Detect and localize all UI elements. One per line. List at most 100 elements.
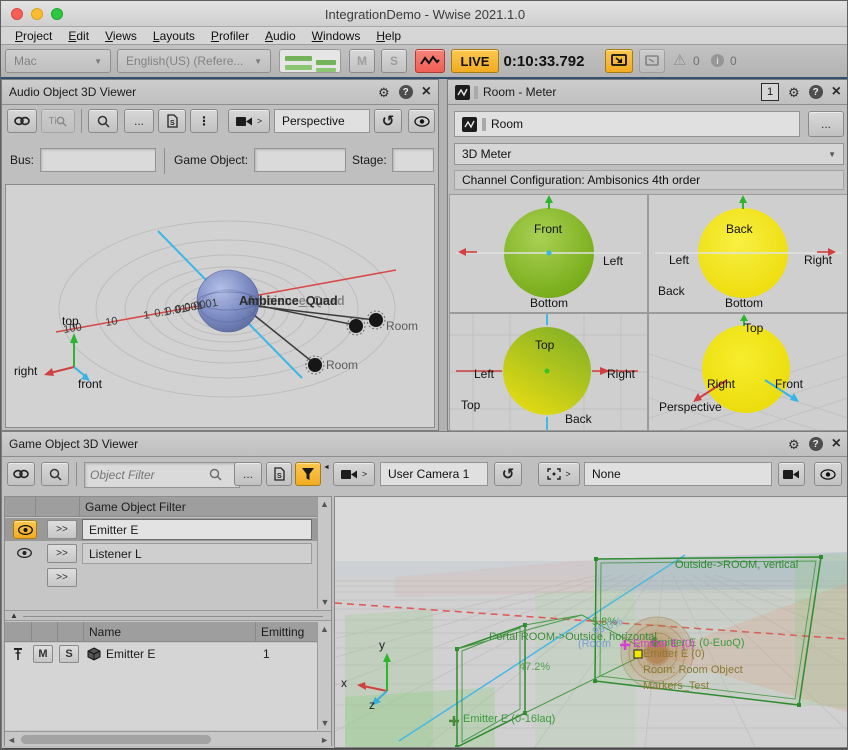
meter-target-field[interactable]: Room [454,111,800,137]
master-mute-button[interactable]: M [349,49,375,73]
gear-icon[interactable]: ⚙ [788,438,800,451]
scroll-down-icon[interactable]: ▼ [318,595,332,609]
visibility-button[interactable] [408,109,435,133]
remote-connect-button[interactable] [605,49,633,73]
menu-layouts[interactable]: Layouts [145,28,203,44]
reset-view-button[interactable]: ↺ [494,462,522,486]
camera-select[interactable]: User Camera 1 [380,462,488,486]
visibility-button[interactable] [814,462,842,486]
scroll-left-icon[interactable]: ◄ [7,735,16,745]
more-options-button[interactable]: ... [124,109,154,133]
snapshot-camera-button[interactable] [778,462,805,486]
visibility-toggle-off[interactable] [17,547,32,561]
emitting-column-header[interactable]: Emitting [261,625,304,639]
camera-mode-select[interactable]: Perspective [274,109,370,133]
emitting-count: 1 [263,647,270,661]
back-meter-view[interactable]: Back Left Right Back Bottom [649,195,848,312]
audio-3d-scene[interactable]: Ambience_Quad Ambience_Quad 100 10 1 0.1… [5,184,435,428]
info-icon[interactable]: i [711,54,724,67]
mute-button[interactable]: M [33,645,53,663]
solo-button[interactable]: S [59,645,79,663]
front-meter-view[interactable]: Front Left Bottom [450,195,647,312]
game-object-field[interactable] [254,148,346,172]
top-meter-view[interactable]: Top Left Right Top Back [450,314,647,430]
camera-mode-button[interactable]: > [333,462,375,486]
object-table-scrollbar[interactable]: ▲ ▼ [317,622,331,730]
scroll-up-icon[interactable]: ▲ [318,622,331,636]
scrollbar-thumb[interactable] [21,735,211,744]
link-button[interactable] [7,462,35,486]
menu-help[interactable]: Help [368,28,409,44]
platform-select[interactable]: Mac ▼ [5,49,111,73]
filter-button[interactable] [295,462,321,486]
platform-value: Mac [14,54,37,68]
scroll-up-icon[interactable]: ▲ [318,497,331,511]
help-icon[interactable]: ? [399,85,413,99]
reset-view-button[interactable]: ↺ [374,109,402,133]
close-icon[interactable]: × [422,84,431,100]
close-icon[interactable]: × [832,436,841,452]
horizontal-scrollbar[interactable]: ◄ ► [5,731,331,746]
bus-field[interactable] [40,148,156,172]
menu-profiler[interactable]: Profiler [203,28,257,44]
text-search-button[interactable]: Ti [41,109,75,133]
browse-button[interactable]: ... [808,111,844,137]
show-settings-button[interactable]: S [266,462,292,486]
zoom-search-button[interactable] [41,462,69,486]
live-button[interactable]: LIVE [451,49,499,73]
splitter[interactable]: ▲ [5,610,331,621]
panel-title: Audio Object 3D Viewer [9,85,136,99]
perspective-meter-view[interactable]: Top Right Front Perspective [649,314,848,430]
language-select[interactable]: English(US) (Refere... ▼ [117,49,271,73]
meter-type-select[interactable]: 3D Meter ▼ [454,143,844,165]
expand-button[interactable]: >> [47,520,77,539]
menu-views[interactable]: Views [97,28,145,44]
back-sphere-label: Back [726,222,754,236]
room-label: Room [326,358,358,372]
kebab-menu-button[interactable]: ⋮ [190,109,218,133]
persp-corner-label: Perspective [659,400,722,414]
link-button[interactable] [7,109,37,133]
master-meter[interactable] [279,49,341,73]
menu-project[interactable]: Project [7,28,60,44]
game-3d-viewport[interactable]: y x z Outside->ROOM, vertical Portal ROO… [334,496,848,748]
expand-button[interactable]: >> [47,544,77,563]
filter-name-cell[interactable]: Emitter E [82,519,312,540]
zoom-search-button[interactable] [88,109,118,133]
scroll-right-icon[interactable]: ► [320,735,329,745]
close-icon[interactable]: × [832,84,841,100]
gear-icon[interactable]: ⚙ [378,86,390,99]
collapse-arrow-icon[interactable]: ◄ [323,464,330,471]
follow-object-button[interactable]: > [538,462,580,486]
help-icon[interactable]: ? [809,437,823,451]
submenu-arrow-icon: > [565,469,570,479]
master-solo-button[interactable]: S [381,49,407,73]
filter-list-scrollbar[interactable]: ▲ ▼ [317,497,331,609]
profiling-button[interactable] [415,49,445,73]
table-row[interactable]: M S Emitter E 1 [5,643,317,665]
gear-icon[interactable]: ⚙ [788,86,800,99]
menu-edit[interactable]: Edit [60,28,97,44]
scroll-down-icon[interactable]: ▼ [318,716,332,730]
pin-icon[interactable] [13,647,23,661]
top-right-label: Right [607,367,636,381]
camera-mode-button[interactable]: > [228,109,270,133]
name-column-header[interactable]: Name [89,625,121,639]
instance-button[interactable]: 1 [761,83,779,101]
help-icon[interactable]: ? [809,85,823,99]
show-settings-button[interactable]: S [158,109,186,133]
filter-row-listener[interactable]: >> Listener L [5,542,317,565]
menu-windows[interactable]: Windows [304,28,369,44]
follow-target-select[interactable]: None [584,462,772,486]
stage-field[interactable] [392,148,434,172]
more-options-button[interactable]: ... [234,462,262,486]
expand-button[interactable]: >> [47,568,77,587]
menu-audio[interactable]: Audio [257,28,304,44]
markers-test-label: Markers_Test [643,680,709,692]
disconnect-button[interactable] [639,49,665,73]
splitter-up-icon[interactable]: ▲ [10,611,18,620]
visibility-toggle-on[interactable] [13,520,37,539]
warning-icon[interactable]: ⚠ [673,51,686,69]
filter-row-emitter[interactable]: >> Emitter E [5,518,317,541]
filter-name-cell[interactable]: Listener L [82,543,312,564]
